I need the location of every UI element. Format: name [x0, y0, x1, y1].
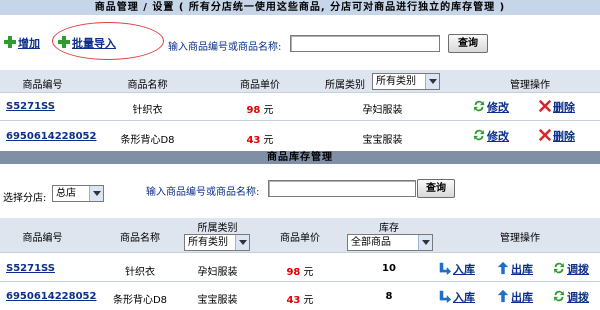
page-title-bar: 商品管理 / 设置 ( 所有分店统一使用这些商品, 分店可对商品进行独立的库存管…	[0, 0, 600, 15]
inventory-stock: 10	[382, 263, 396, 274]
product-name: 针织衣	[132, 105, 163, 116]
inventory-code-link[interactable]: S5271SS	[6, 263, 55, 274]
transfer-button[interactable]: 调拨	[552, 261, 589, 277]
inventory-search-button[interactable]: 查询	[417, 179, 455, 198]
edit-button[interactable]: 修改	[472, 128, 509, 144]
delete-button[interactable]: 删除	[538, 128, 575, 144]
arrow-down-right-icon	[439, 262, 452, 275]
header-code: 商品编号	[22, 80, 63, 91]
inventory-name: 针织衣	[125, 267, 155, 278]
product-name: 条形背心D8	[120, 135, 175, 146]
branch-label: 选择分店:	[3, 193, 47, 204]
inv-header-code: 商品编号	[22, 233, 63, 244]
chevron-down-icon	[89, 186, 103, 201]
header-name: 商品名称	[127, 80, 168, 91]
inv-category-filter-select[interactable]: 所有类别	[184, 234, 250, 251]
refresh-icon	[473, 100, 485, 112]
branch-select[interactable]: 总店	[52, 185, 104, 202]
header-price: 商品单价	[240, 80, 280, 91]
stock-out-button[interactable]: 出库	[496, 261, 533, 277]
batch-import-button[interactable]: 批量导入	[58, 35, 116, 51]
stock-in-button[interactable]: 入库	[438, 261, 475, 277]
inv-header-category: 所属类别	[197, 223, 238, 234]
refresh-icon	[473, 129, 485, 141]
inventory-price: 43 元	[286, 295, 314, 306]
add-button[interactable]: 增加	[4, 35, 40, 51]
arrow-up-icon	[497, 289, 509, 303]
header-category: 所属类别	[325, 80, 365, 91]
plus-icon	[58, 36, 70, 48]
inventory-search-input[interactable]	[268, 180, 416, 197]
search-label: 输入商品编号或商品名称:	[168, 42, 282, 53]
chevron-down-icon	[425, 74, 439, 89]
edit-button[interactable]: 修改	[472, 99, 509, 115]
inv-header-stock: 库存	[379, 223, 399, 234]
chevron-down-icon	[235, 235, 249, 250]
batch-import-label: 批量导入	[72, 37, 116, 50]
inventory-search-label: 输入商品编号或商品名称:	[146, 187, 260, 198]
chevron-down-icon	[418, 235, 432, 250]
close-icon	[538, 99, 552, 113]
stock-in-button[interactable]: 入库	[438, 289, 475, 305]
inv-header-name: 商品名称	[120, 233, 160, 244]
product-code-link[interactable]: S5271SS	[6, 101, 55, 112]
inventory-price: 98 元	[286, 267, 314, 278]
inventory-stock: 8	[385, 291, 393, 302]
inventory-code-link[interactable]: 6950614228052	[6, 291, 96, 302]
product-price: 43 元	[246, 135, 274, 146]
refresh-icon	[553, 290, 565, 302]
arrow-down-right-icon	[439, 290, 452, 303]
stock-filter-select[interactable]: 全部商品	[347, 234, 433, 251]
product-price: 98 元	[246, 105, 274, 116]
inventory-title-bar: 商品库存管理	[0, 151, 600, 164]
product-category: 宝宝服装	[362, 135, 403, 146]
category-filter-select[interactable]: 所有类别	[372, 73, 440, 90]
transfer-button[interactable]: 调拨	[552, 289, 589, 305]
delete-button[interactable]: 删除	[538, 99, 575, 115]
inventory-title: 商品库存管理	[267, 152, 333, 163]
refresh-icon	[553, 262, 565, 274]
plus-icon	[4, 36, 16, 48]
arrow-up-icon	[497, 261, 509, 275]
inventory-category: 宝宝服装	[197, 295, 238, 306]
inventory-name: 条形背心D8	[112, 295, 168, 306]
header-actions: 管理操作	[510, 80, 550, 91]
product-code-link[interactable]: 6950614228052	[6, 131, 96, 142]
inv-header-actions: 管理操作	[500, 233, 540, 244]
page-title: 商品管理 / 设置 ( 所有分店统一使用这些商品, 分店可对商品进行独立的库存管…	[94, 2, 506, 13]
product-category: 孕妇服装	[362, 105, 403, 116]
inventory-category: 孕妇服装	[197, 267, 238, 278]
inv-header-price: 商品单价	[280, 233, 320, 244]
add-label: 增加	[18, 37, 40, 50]
close-icon	[538, 128, 552, 142]
search-button[interactable]: 查询	[448, 34, 488, 53]
search-input[interactable]	[290, 35, 440, 52]
stock-out-button[interactable]: 出库	[496, 289, 533, 305]
